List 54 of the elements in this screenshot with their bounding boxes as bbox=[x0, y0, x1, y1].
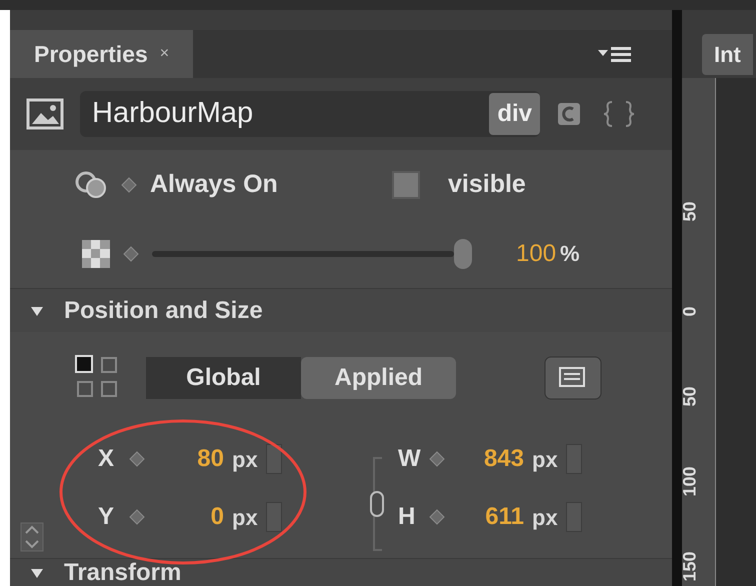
unit-toggle-icon[interactable] bbox=[566, 502, 582, 532]
disclosure-triangle-icon bbox=[30, 566, 44, 578]
display-dropdown[interactable]: Always On bbox=[150, 166, 380, 204]
value-field[interactable]: 843 bbox=[454, 441, 524, 477]
resize-handle-icon[interactable] bbox=[20, 522, 44, 552]
unit-toggle-icon[interactable] bbox=[566, 444, 582, 474]
unit-label: px bbox=[532, 446, 558, 474]
layout-preset-icon[interactable] bbox=[544, 356, 602, 400]
field-label: X bbox=[98, 444, 116, 474]
panel-menu-icon[interactable] bbox=[596, 45, 632, 63]
section-header[interactable]: Position and Size bbox=[10, 288, 672, 332]
field-label: Y bbox=[98, 502, 116, 532]
tab-title: Properties bbox=[34, 40, 148, 69]
keyframe-diamond-icon[interactable] bbox=[120, 176, 138, 194]
stage-tab[interactable]: Int bbox=[702, 34, 753, 74]
panel-tab[interactable]: Properties × bbox=[10, 30, 194, 78]
aspect-link-icon[interactable] bbox=[368, 456, 386, 552]
element-name-field[interactable]: HarbourMap div bbox=[80, 91, 540, 137]
ruler-label: 100 bbox=[678, 466, 700, 496]
section-header[interactable]: Transform bbox=[10, 558, 672, 586]
ruler-label: 150 bbox=[678, 551, 700, 582]
keyframe-diamond-icon[interactable] bbox=[128, 450, 146, 468]
field-label: W bbox=[398, 444, 420, 474]
keyframe-diamond-icon[interactable] bbox=[428, 508, 446, 526]
tag-dropdown[interactable]: div bbox=[489, 93, 540, 135]
ruler-label: 0 bbox=[678, 306, 700, 316]
unit-toggle-icon[interactable] bbox=[266, 502, 282, 532]
percent-unit: % bbox=[560, 240, 580, 268]
unit-toggle-icon[interactable] bbox=[266, 444, 282, 474]
value-field[interactable]: 80 bbox=[154, 441, 224, 477]
opacity-slider-thumb[interactable] bbox=[454, 239, 472, 269]
keyframe-diamond-icon[interactable] bbox=[122, 245, 140, 263]
section-title: Position and Size bbox=[64, 296, 263, 326]
unit-label: px bbox=[232, 446, 258, 474]
checkerboard-icon bbox=[82, 240, 110, 268]
keyframe-diamond-icon[interactable] bbox=[128, 508, 146, 526]
tab-close[interactable]: × bbox=[160, 42, 170, 66]
unit-label: px bbox=[232, 504, 258, 532]
keyframe-diamond-icon[interactable] bbox=[428, 450, 446, 468]
image-icon bbox=[26, 98, 64, 130]
ruler-label: 50 bbox=[678, 386, 700, 406]
overflow-dropdown[interactable]: visible bbox=[448, 166, 526, 204]
disclosure-triangle-icon bbox=[30, 304, 44, 316]
value-field[interactable]: 0 bbox=[154, 499, 224, 535]
coordinate-mode-tab[interactable]: Global bbox=[146, 357, 301, 399]
field-label: H bbox=[398, 502, 416, 532]
coordinate-mode-tab[interactable]: Applied bbox=[301, 357, 456, 399]
overflow-checkbox-icon[interactable] bbox=[392, 171, 420, 199]
value-field[interactable]: 611 bbox=[454, 499, 524, 535]
section-title: Transform bbox=[64, 558, 182, 586]
ruler-label: 50 bbox=[678, 201, 700, 222]
unit-label: px bbox=[532, 504, 558, 532]
opacity-slider[interactable] bbox=[152, 239, 472, 269]
opacity-value[interactable]: 100 bbox=[516, 236, 556, 272]
